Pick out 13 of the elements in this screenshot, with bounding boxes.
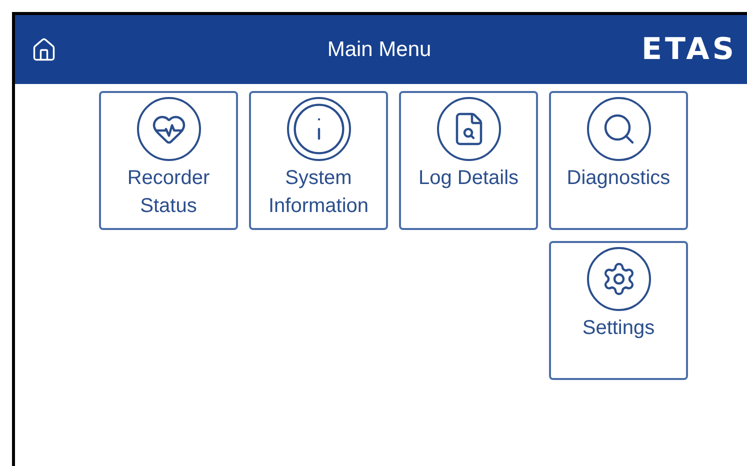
page-title: Main Menu	[326, 38, 432, 62]
menu-tile[interactable]: System Information	[249, 91, 388, 230]
heart-pulse-icon	[136, 97, 200, 161]
menu-tile[interactable]: Settings	[549, 241, 688, 380]
logo: ETAS	[642, 32, 737, 67]
menu-tile[interactable]: Log Details	[399, 91, 538, 230]
document-search-icon	[436, 97, 500, 161]
info-icon	[286, 97, 350, 161]
menu-tile[interactable]: Recorder Status	[99, 91, 238, 230]
menu-tile[interactable]: Diagnostics	[549, 91, 688, 230]
gear-icon	[586, 247, 650, 311]
home-icon[interactable]	[31, 36, 57, 62]
magnifier-icon	[586, 97, 650, 161]
